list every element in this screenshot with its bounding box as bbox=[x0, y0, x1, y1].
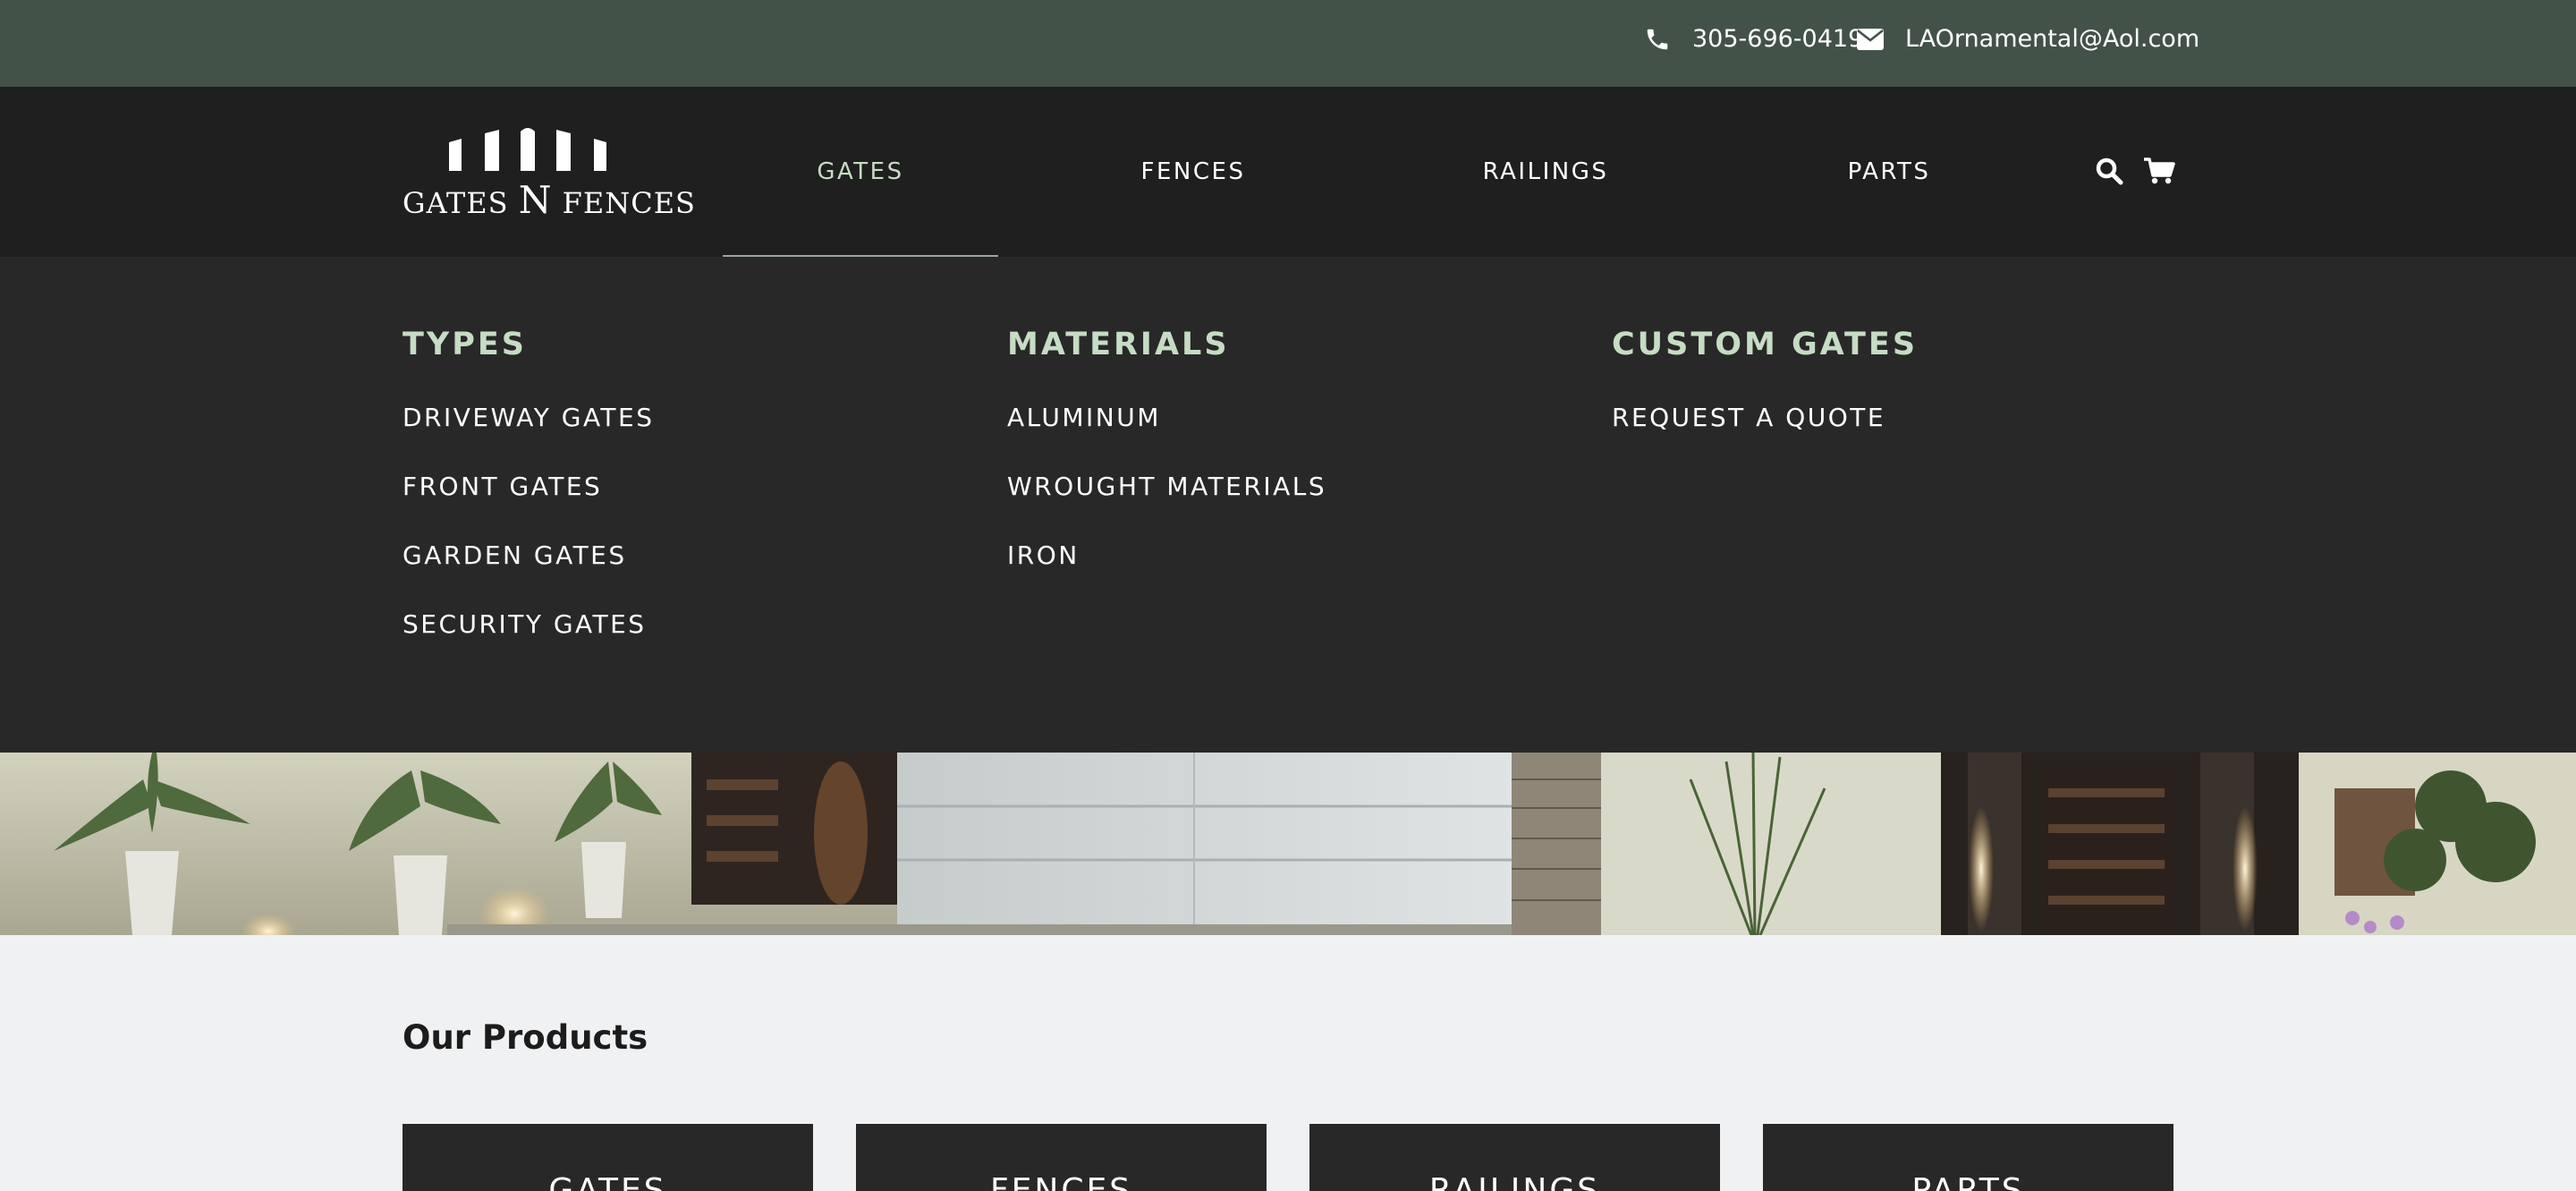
logo-text-gates: GATES bbox=[402, 186, 519, 220]
products-section-title: Our Products bbox=[402, 1018, 648, 1057]
email-address: LAOrnamental@Aol.com bbox=[1905, 25, 2200, 53]
logo-wordmark: GATES N FENCES bbox=[402, 178, 695, 222]
gates-mega-menu: TYPES DRIVEWAY GATES FRONT GATES GARDEN … bbox=[0, 257, 2576, 753]
nav-gates[interactable]: GATES bbox=[723, 87, 998, 257]
menu-item-front-gates[interactable]: FRONT GATES bbox=[402, 472, 655, 541]
logo-text-fences: FENCES bbox=[552, 186, 696, 220]
menu-item-aluminum[interactable]: ALUMINUM bbox=[1007, 404, 1326, 472]
phone-icon bbox=[1644, 26, 1671, 53]
top-contact-bar: 305-696-0419 LAOrnamental@Aol.com bbox=[0, 0, 2576, 87]
menu-column-custom-gates: CUSTOM GATES REQUEST A QUOTE bbox=[1612, 327, 1918, 472]
search-icon[interactable] bbox=[2095, 157, 2123, 189]
product-card-label: RAILINGS bbox=[1428, 1172, 1601, 1191]
product-card-railings[interactable]: RAILINGS bbox=[1309, 1124, 1720, 1191]
product-card-label: GATES bbox=[548, 1172, 667, 1191]
menu-column-types: TYPES DRIVEWAY GATES FRONT GATES GARDEN … bbox=[402, 327, 655, 679]
menu-item-driveway-gates[interactable]: DRIVEWAY GATES bbox=[402, 404, 655, 472]
product-card-label: PARTS bbox=[1911, 1172, 2025, 1191]
menu-item-garden-gates[interactable]: GARDEN GATES bbox=[402, 541, 655, 610]
product-card-gates[interactable]: GATES bbox=[402, 1124, 813, 1191]
nav-fences[interactable]: FENCES bbox=[1104, 87, 1283, 257]
cart-icon[interactable] bbox=[2143, 157, 2175, 189]
product-card-label: FENCES bbox=[989, 1172, 1133, 1191]
logo-gate-icon bbox=[449, 128, 606, 171]
menu-heading-materials: MATERIALS bbox=[1007, 327, 1230, 362]
menu-item-security-gates[interactable]: SECURITY GATES bbox=[402, 610, 655, 679]
envelope-icon bbox=[1857, 28, 1884, 50]
menu-item-wrought-materials[interactable]: WROUGHT MATERIALS bbox=[1007, 472, 1326, 541]
main-navbar: GATES N FENCES GATES FENCES RAILINGS PAR… bbox=[0, 87, 2576, 257]
logo[interactable]: GATES N FENCES bbox=[402, 124, 695, 222]
menu-item-request-a-quote[interactable]: REQUEST A QUOTE bbox=[1612, 404, 1918, 472]
hero-banner-image bbox=[0, 753, 2576, 935]
product-card-parts[interactable]: PARTS bbox=[1763, 1124, 2174, 1191]
menu-item-iron[interactable]: IRON bbox=[1007, 541, 1326, 610]
menu-heading-types: TYPES bbox=[402, 327, 527, 362]
logo-text-n: N bbox=[518, 178, 553, 222]
nav-railings[interactable]: RAILINGS bbox=[1456, 87, 1635, 257]
nav-parts[interactable]: PARTS bbox=[1800, 87, 1979, 257]
menu-heading-custom-gates: CUSTOM GATES bbox=[1612, 327, 1919, 362]
menu-column-materials: MATERIALS ALUMINUM WROUGHT MATERIALS IRO… bbox=[1007, 327, 1326, 610]
phone-contact[interactable]: 305-696-0419 bbox=[1644, 25, 1863, 53]
email-contact[interactable]: LAOrnamental@Aol.com bbox=[1857, 25, 2199, 53]
phone-number: 305-696-0419 bbox=[1692, 25, 1864, 53]
product-card-fences[interactable]: FENCES bbox=[856, 1124, 1267, 1191]
